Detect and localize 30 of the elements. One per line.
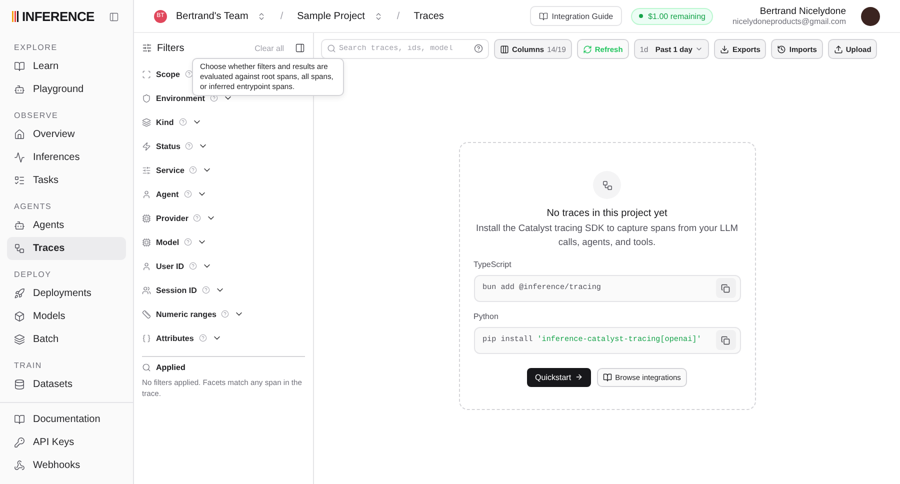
breadcrumb-separator: / bbox=[280, 10, 284, 22]
section-label: EXPLORE bbox=[13, 42, 58, 54]
user-name: Bertrand Nicelydone bbox=[760, 6, 846, 17]
user-email: nicelydoneproducts@gmail.com bbox=[732, 17, 846, 26]
snippet-label: TypeScript bbox=[474, 260, 512, 269]
facet-label: Model bbox=[156, 238, 180, 246]
breadcrumb-separator: / bbox=[396, 10, 400, 22]
applied-title: Applied bbox=[156, 363, 186, 372]
facet-label: User ID bbox=[156, 262, 184, 270]
section-label: TRAIN bbox=[13, 360, 43, 372]
facet-label: Attributes bbox=[156, 334, 194, 342]
facet-label: Status bbox=[156, 142, 180, 150]
facet-label: Scope bbox=[156, 70, 180, 78]
section-label: AGENTS bbox=[13, 201, 53, 213]
facet-label: Session ID bbox=[156, 286, 197, 294]
facet-label: Numeric ranges bbox=[156, 310, 216, 318]
logo: INFERENCE bbox=[12, 9, 94, 24]
section-label: OBSERVE bbox=[13, 110, 60, 122]
filters-title: Filters bbox=[157, 42, 184, 54]
empty-text: Install the Catalyst tracing SDK to capture spans from your LLM calls, agents, and tools. bbox=[475, 222, 739, 249]
snippet-label: Python bbox=[474, 312, 500, 321]
balance-badge: $1.00 remaining bbox=[631, 8, 714, 24]
facet-label: Service bbox=[156, 166, 184, 174]
empty-title: No traces in this project yet bbox=[546, 208, 668, 219]
facet-label: Provider bbox=[156, 214, 188, 222]
facet-label: Environment bbox=[156, 94, 205, 102]
breadcrumb-page: Traces bbox=[414, 10, 444, 22]
facet-label: Agent bbox=[156, 190, 179, 198]
facet-label: Kind bbox=[156, 118, 174, 126]
section-label: DEPLOY bbox=[13, 269, 52, 281]
